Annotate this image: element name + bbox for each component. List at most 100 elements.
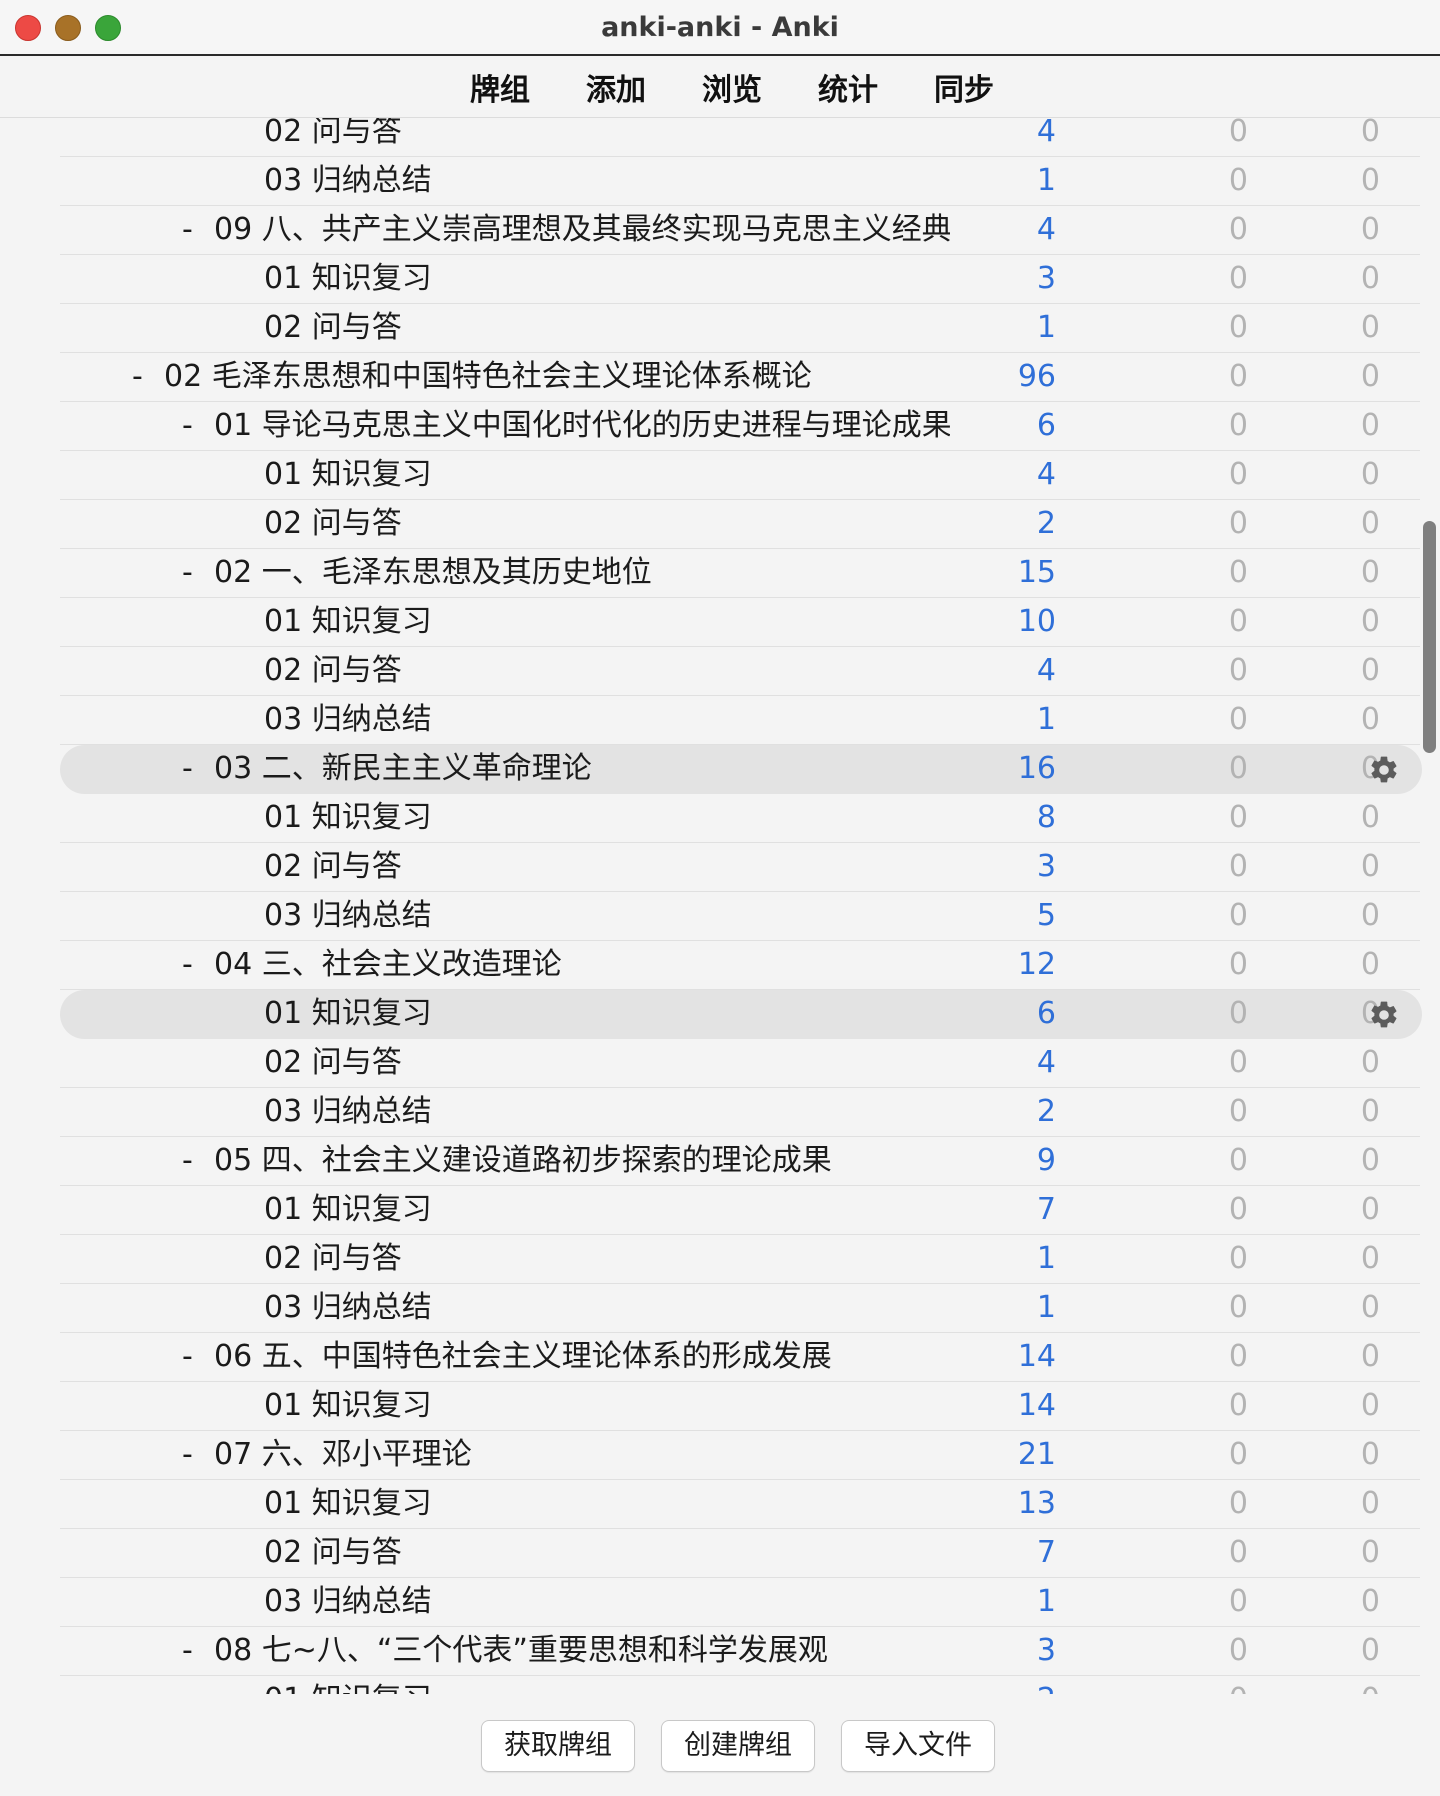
deck-name[interactable]: 07 六、邓小平理论 xyxy=(214,1431,472,1479)
collapse-toggle[interactable]: - xyxy=(182,1137,193,1185)
deck-name[interactable]: 03 归纳总结 xyxy=(264,892,432,940)
deck-name[interactable]: 01 知识复习 xyxy=(264,451,432,499)
deck-name[interactable]: 06 五、中国特色社会主义理论体系的形成发展 xyxy=(214,1333,832,1381)
new-count: 0 xyxy=(1228,118,1248,149)
learn-count: 0 xyxy=(1360,506,1380,541)
deck-row[interactable]: 01 知识复习 13 0 0 xyxy=(60,1480,1420,1529)
deck-name[interactable]: 01 知识复习 xyxy=(264,794,432,842)
due-count: 14 xyxy=(1017,1388,1056,1423)
deck-name[interactable]: 02 问与答 xyxy=(264,647,402,695)
deck-row[interactable]: 02 问与答 1 0 0 xyxy=(60,304,1420,353)
toolbar-stats[interactable]: 统计 xyxy=(778,65,894,109)
deck-row[interactable]: 01 知识复习 8 0 0 xyxy=(60,794,1420,843)
learn-count: 0 xyxy=(1360,1143,1380,1178)
deck-row[interactable]: 03 归纳总结 1 0 0 xyxy=(60,157,1420,206)
deck-row[interactable]: 01 知识复习 7 0 0 xyxy=(60,1186,1420,1235)
deck-row[interactable]: -05 四、社会主义建设道路初步探索的理论成果 9 0 0 xyxy=(60,1137,1420,1186)
deck-row[interactable]: 02 问与答 4 0 0 xyxy=(60,647,1420,696)
deck-name[interactable]: 02 毛泽东思想和中国特色社会主义理论体系概论 xyxy=(164,353,812,401)
deck-row[interactable]: 01 知识复习 14 0 0 xyxy=(60,1382,1420,1431)
deck-name[interactable]: 01 知识复习 xyxy=(264,598,432,646)
deck-name[interactable]: 09 八、共产主义崇高理想及其最终实现马克思主义经典 xyxy=(214,206,950,254)
toolbar-add[interactable]: 添加 xyxy=(546,65,662,109)
collapse-toggle[interactable]: - xyxy=(182,549,193,597)
learn-count: 0 xyxy=(1360,1290,1380,1325)
deck-row[interactable]: -08 七~八、“三个代表”重要思想和科学发展观 3 0 0 xyxy=(60,1627,1420,1676)
deck-name[interactable]: 01 导论马克思主义中国化时代化的历史进程与理论成果 xyxy=(214,402,950,450)
deck-name[interactable]: 01 知识复习 xyxy=(264,1480,432,1528)
deck-name[interactable]: 05 四、社会主义建设道路初步探索的理论成果 xyxy=(214,1137,832,1185)
deck-row[interactable]: 01 知识复习 6 0 0 xyxy=(60,990,1422,1039)
deck-name[interactable]: 02 问与答 xyxy=(264,118,402,156)
collapse-toggle[interactable]: - xyxy=(182,206,193,254)
deck-name[interactable]: 08 七~八、“三个代表”重要思想和科学发展观 xyxy=(214,1627,828,1675)
deck-name[interactable]: 01 知识复习 xyxy=(264,1186,432,1234)
learn-count: 0 xyxy=(1360,1045,1380,1080)
due-count: 6 xyxy=(1036,996,1056,1031)
new-count: 0 xyxy=(1228,1437,1248,1472)
deck-name[interactable]: 03 归纳总结 xyxy=(264,1578,432,1626)
deck-name[interactable]: 01 知识复习 xyxy=(264,1382,432,1430)
gear-icon[interactable] xyxy=(1368,753,1400,785)
deck-row[interactable]: 02 问与答 7 0 0 xyxy=(60,1529,1420,1578)
toolbar-sync[interactable]: 同步 xyxy=(894,65,1010,109)
deck-row[interactable]: 01 知识复习 4 0 0 xyxy=(60,451,1420,500)
deck-row[interactable]: 03 归纳总结 2 0 0 xyxy=(60,1088,1420,1137)
deck-name[interactable]: 03 归纳总结 xyxy=(264,1088,432,1136)
deck-row[interactable]: -03 二、新民主主义革命理论 16 0 0 xyxy=(60,745,1422,794)
deck-name[interactable]: 02 问与答 xyxy=(264,843,402,891)
gear-icon[interactable] xyxy=(1368,998,1400,1030)
deck-row[interactable]: 03 归纳总结 1 0 0 xyxy=(60,1578,1420,1627)
deck-name[interactable]: 02 问与答 xyxy=(264,304,402,352)
toolbar-decks[interactable]: 牌组 xyxy=(430,65,546,109)
learn-count: 0 xyxy=(1360,261,1380,296)
create-deck-button[interactable]: 创建牌组 xyxy=(661,1720,815,1772)
deck-name[interactable]: 03 归纳总结 xyxy=(264,157,432,205)
deck-name[interactable]: 03 归纳总结 xyxy=(264,696,432,744)
due-count: 3 xyxy=(1036,1633,1056,1668)
new-count: 0 xyxy=(1228,751,1248,786)
deck-row[interactable]: 03 归纳总结 1 0 0 xyxy=(60,1284,1420,1333)
deck-row[interactable]: 02 问与答 1 0 0 xyxy=(60,1235,1420,1284)
deck-row[interactable]: -02 毛泽东思想和中国特色社会主义理论体系概论 96 0 0 xyxy=(60,353,1420,402)
new-count: 0 xyxy=(1228,1143,1248,1178)
deck-name[interactable]: 01 知识复习 xyxy=(264,990,432,1038)
import-file-button[interactable]: 导入文件 xyxy=(841,1720,995,1772)
scrollbar-thumb[interactable] xyxy=(1423,521,1436,753)
collapse-toggle[interactable]: - xyxy=(182,1431,193,1479)
deck-row[interactable]: 02 问与答 4 0 0 xyxy=(60,1039,1420,1088)
deck-row[interactable]: -04 三、社会主义改造理论 12 0 0 xyxy=(60,941,1420,990)
deck-name[interactable]: 01 知识复习 xyxy=(264,1676,432,1694)
collapse-toggle[interactable]: - xyxy=(182,745,193,793)
deck-name[interactable]: 02 问与答 xyxy=(264,1235,402,1283)
deck-row[interactable]: -09 八、共产主义崇高理想及其最终实现马克思主义经典 4 0 0 xyxy=(60,206,1420,255)
deck-row[interactable]: 02 问与答 2 0 0 xyxy=(60,500,1420,549)
collapse-toggle[interactable]: - xyxy=(182,1333,193,1381)
collapse-toggle[interactable]: - xyxy=(182,941,193,989)
deck-row[interactable]: -01 导论马克思主义中国化时代化的历史进程与理论成果 6 0 0 xyxy=(60,402,1420,451)
collapse-toggle[interactable]: - xyxy=(182,1627,193,1675)
deck-name[interactable]: 02 问与答 xyxy=(264,500,402,548)
deck-row[interactable]: -06 五、中国特色社会主义理论体系的形成发展 14 0 0 xyxy=(60,1333,1420,1382)
deck-row[interactable]: -02 一、毛泽东思想及其历史地位 15 0 0 xyxy=(60,549,1420,598)
deck-name[interactable]: 04 三、社会主义改造理论 xyxy=(214,941,562,989)
collapse-toggle[interactable]: - xyxy=(132,353,143,401)
deck-row[interactable]: 03 归纳总结 5 0 0 xyxy=(60,892,1420,941)
deck-row[interactable]: 01 知识复习 2 0 0 xyxy=(60,1676,1420,1694)
deck-name[interactable]: 03 二、新民主主义革命理论 xyxy=(214,745,592,793)
deck-row[interactable]: 01 知识复习 10 0 0 xyxy=(60,598,1420,647)
deck-row[interactable]: 03 归纳总结 1 0 0 xyxy=(60,696,1420,745)
new-count: 0 xyxy=(1228,800,1248,835)
deck-name[interactable]: 01 知识复习 xyxy=(264,255,432,303)
deck-name[interactable]: 02 问与答 xyxy=(264,1039,402,1087)
deck-row[interactable]: 01 知识复习 3 0 0 xyxy=(60,255,1420,304)
deck-name[interactable]: 03 归纳总结 xyxy=(264,1284,432,1332)
get-shared-decks-button[interactable]: 获取牌组 xyxy=(481,1720,635,1772)
deck-name[interactable]: 02 一、毛泽东思想及其历史地位 xyxy=(214,549,652,597)
deck-name[interactable]: 02 问与答 xyxy=(264,1529,402,1577)
deck-row[interactable]: 02 问与答 3 0 0 xyxy=(60,843,1420,892)
collapse-toggle[interactable]: - xyxy=(182,402,193,450)
deck-row[interactable]: 02 问与答 4 0 0 xyxy=(60,118,1420,157)
deck-row[interactable]: -07 六、邓小平理论 21 0 0 xyxy=(60,1431,1420,1480)
toolbar-browse[interactable]: 浏览 xyxy=(662,65,778,109)
